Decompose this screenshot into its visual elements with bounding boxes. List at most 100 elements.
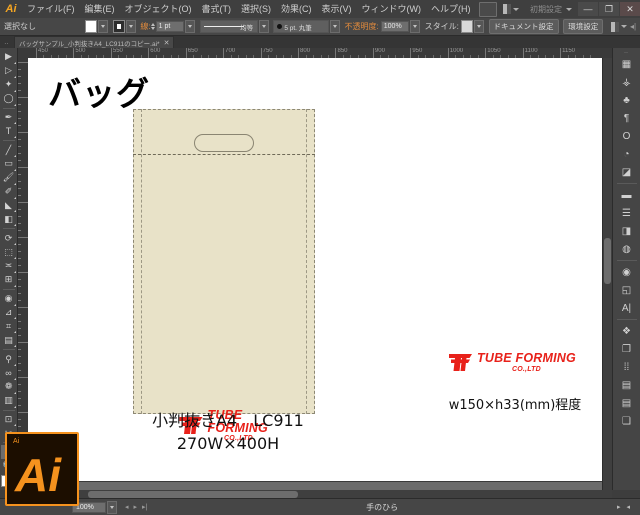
horizontal-scrollbar-thumb[interactable] [88,491,298,498]
menu-item-edit[interactable]: 編集(E) [80,0,120,18]
line-segment-tool[interactable]: ╱ [1,143,17,157]
symbol-sprayer-tool[interactable]: ❁ [1,380,17,394]
graphic-styles-panel-icon[interactable]: ◱ [616,281,638,299]
rectangle-tool[interactable]: ▭ [1,157,17,171]
align-panel-icon[interactable]: ▬ [616,186,638,204]
document-tab-close-icon[interactable]: ✕ [164,39,170,47]
opacity-field[interactable]: 100% [380,21,410,32]
menu-item-effect[interactable]: 効果(C) [276,0,317,18]
opacity-chevron-down-icon[interactable] [410,20,420,33]
arrange-documents-icon[interactable] [502,3,519,16]
links-panel-icon[interactable]: ▤ [616,394,638,412]
swatches-panel-icon[interactable]: ◔ [616,145,638,163]
fill-color-swatch[interactable] [85,20,98,33]
appearance-panel-icon[interactable]: ◉ [616,263,638,281]
vertical-scrollbar-thumb[interactable] [604,238,611,284]
artboards-panel-icon[interactable]: ❐ [616,340,638,358]
paintbrush-tool[interactable]: 🖌 [1,171,17,185]
control-bar-overflow-icon[interactable]: ◂| [630,22,636,31]
symbols-panel-icon[interactable]: ⁞⁞ [616,358,638,376]
rotate-tool[interactable]: ⟳ [1,231,17,246]
direct-selection-tool[interactable]: ▷ [1,64,17,78]
current-tool-label[interactable]: 手のひら [147,502,617,513]
selection-tool[interactable]: ▶ [1,50,17,64]
transparency-panel-icon[interactable]: ◍ [616,240,638,258]
brush-chevron-down-icon[interactable] [330,20,340,33]
eraser-tool[interactable]: ◧ [1,212,17,227]
menu-item-file[interactable]: ファイル(F) [22,0,80,18]
scale-tool[interactable]: ⬚ [1,245,17,260]
align-options-icon[interactable] [610,20,627,33]
brushes-panel-icon[interactable]: ▤ [616,376,638,394]
menu-item-help[interactable]: ヘルプ(H) [426,0,476,18]
status-menu-chevron-icon[interactable]: ▸ [617,503,621,511]
menu-item-select[interactable]: 選択(S) [236,0,276,18]
gradient-panel-icon[interactable]: ◪ [616,163,638,181]
bag-handle-cutout[interactable] [194,134,254,152]
artboard[interactable]: バッグ TUBE FORMING CO.,LTD TUBE FORMING CO… [28,58,606,481]
pen-tool[interactable]: ✒ [1,110,17,125]
stroke-profile-chevron-down-icon[interactable] [259,20,269,33]
navigator-panel-icon[interactable]: ❏ [616,412,638,430]
column-graph-tool[interactable]: ▥ [1,394,17,408]
window-minimize-button[interactable]: — [578,2,598,16]
document-tab[interactable]: バッグサンプル_小判抜きA4_LC911のコピー.ai* ✕ [14,36,175,48]
window-maximize-button[interactable]: ❐ [599,2,619,16]
brush-definition-preview[interactable]: 5 pt. 丸筆 [273,20,330,33]
eyedropper-tool[interactable]: ⚲ [1,352,17,366]
artboard-tool[interactable]: ⊡ [1,413,17,427]
color-guide-icon[interactable]: ⚶ [616,73,638,91]
type-tool[interactable]: T [1,124,17,139]
taskbar-illustrator-icon[interactable]: Ai Ai [5,432,79,506]
zoom-chevron-down-icon[interactable] [107,500,117,514]
blend-tool[interactable]: ∞ [1,366,17,380]
mesh-tool[interactable]: ⌗ [1,319,17,334]
character-panel-icon[interactable]: A| [616,299,638,317]
stroke-weight-field[interactable]: 1 pt [155,21,185,32]
window-close-button[interactable]: ✕ [620,2,640,16]
width-tool[interactable]: ≍ [1,259,17,273]
document-setup-button[interactable]: ドキュメント設定 [488,19,559,34]
stroke-weight-chevron-down-icon[interactable] [185,20,195,33]
blob-brush-tool[interactable]: ◣ [1,199,17,213]
artwork-title-text[interactable]: バッグ [48,67,150,115]
pathfinder-panel-icon[interactable]: ☰ [616,204,638,222]
stroke-panel-icon[interactable]: Ο [616,127,638,145]
lasso-tool[interactable]: ◯ [1,92,17,106]
bridge-icon[interactable] [478,1,497,17]
stroke-profile-preview[interactable]: 均等 [199,20,259,33]
kuler-icon[interactable]: ♣ [616,91,638,109]
logo-size-caption[interactable]: w150×h33(mm)程度 [420,394,610,413]
menu-item-object[interactable]: オブジェクト(O) [120,0,197,18]
tab-bar-grip-icon[interactable]: ‥ [0,36,14,48]
stroke-weight-stepper[interactable] [150,23,155,30]
menu-item-window[interactable]: ウィンドウ(W) [357,0,427,18]
logo-sample[interactable]: TUBE FORMING CO.,LTD [448,352,576,373]
shape-builder-tool[interactable]: ◉ [1,292,17,306]
bag-illustration[interactable]: TUBE FORMING CO.,LTD [133,109,315,442]
menu-item-view[interactable]: 表示(V) [317,0,357,18]
previous-artboard-icon[interactable]: ◂ [125,503,129,511]
gradient-tool[interactable]: ▤ [1,333,17,348]
color-panel-icon[interactable]: ▦ [616,55,638,73]
workspace-chevron-down-icon[interactable] [566,7,572,11]
fill-dropdown-icon[interactable] [98,20,109,33]
workspace-switcher-label[interactable]: 初期設定 [530,4,562,15]
stroke-color-swatch[interactable] [112,20,126,33]
style-chevron-down-icon[interactable] [474,20,484,33]
layers-panel-icon[interactable]: ❖ [616,322,638,340]
main-caption[interactable]: 小判抜きA4 LC911 270W×400H [88,409,368,455]
magic-wand-tool[interactable]: ✦ [1,78,17,92]
status-resize-grip-icon[interactable]: ◂ [626,503,630,511]
menu-item-type[interactable]: 書式(T) [197,0,237,18]
vertical-scrollbar[interactable] [602,58,612,490]
artboard-navigation[interactable]: ◂ ▸ ▸| [125,503,147,511]
ruler-corner[interactable] [18,48,28,58]
graphic-style-swatch[interactable] [460,20,474,33]
perspective-grid-tool[interactable]: ⊿ [1,306,17,320]
paragraph-panel-icon[interactable]: ¶ [616,109,638,127]
preferences-button[interactable]: 環境設定 [563,19,604,34]
canvas-area[interactable]: バッグ TUBE FORMING CO.,LTD TUBE FORMING CO… [28,58,612,490]
stroke-dropdown-icon[interactable] [126,20,136,33]
pencil-tool[interactable]: ✐ [1,185,17,199]
